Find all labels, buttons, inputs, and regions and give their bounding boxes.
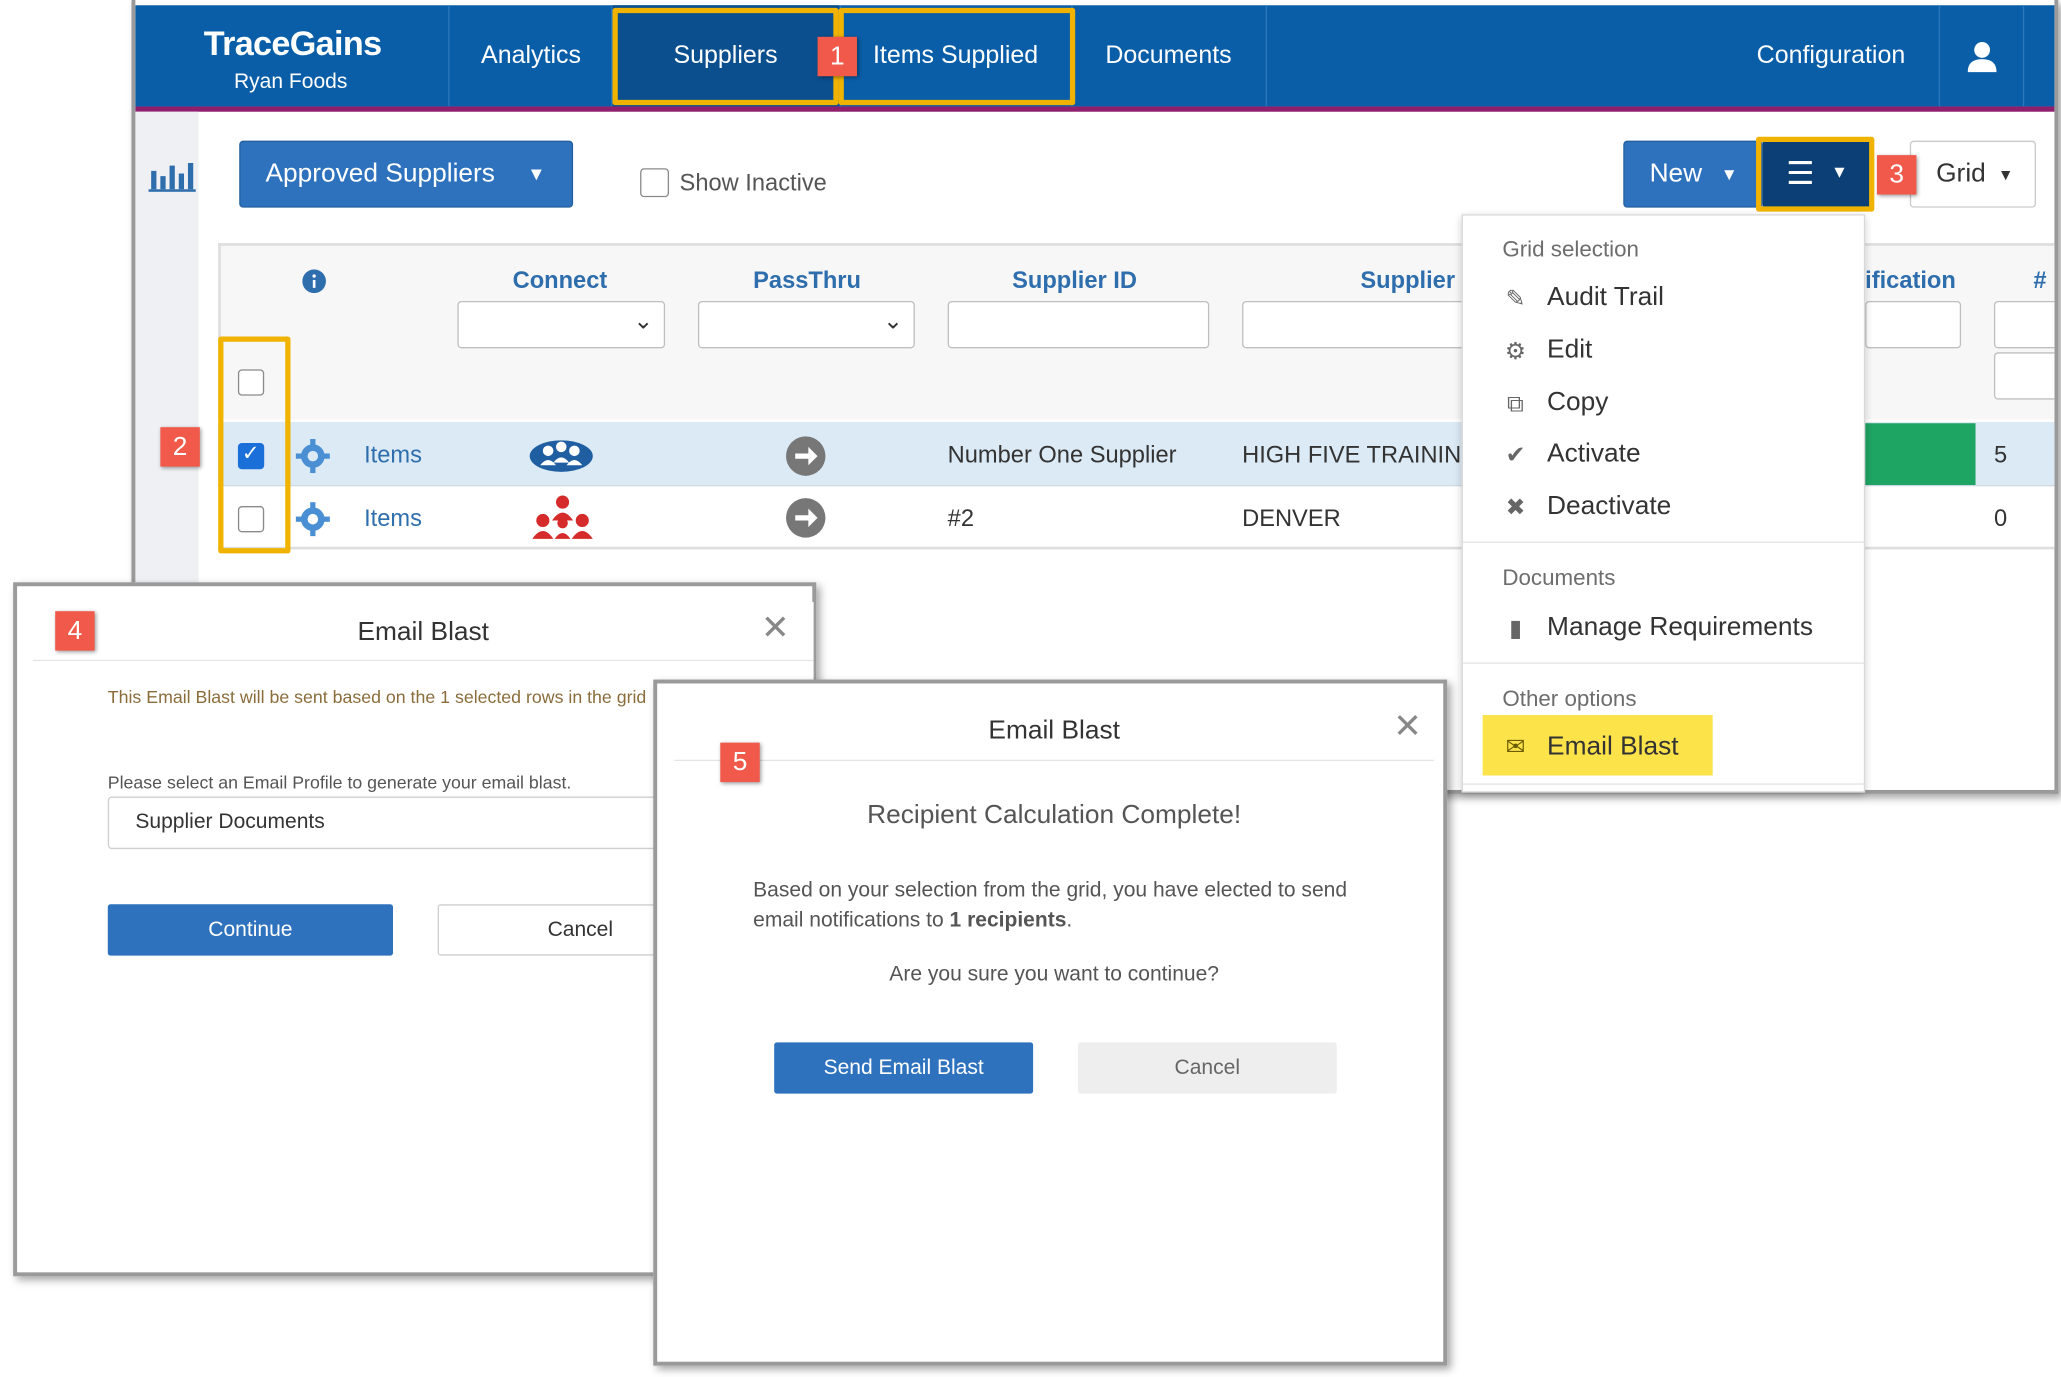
- cancel-button[interactable]: Cancel: [1077, 1042, 1337, 1094]
- email-profile-label: Please select an Email Profile to genera…: [107, 772, 572, 793]
- count-cell: 0: [1993, 504, 2008, 532]
- chevron-down-icon: ⌄: [883, 307, 903, 334]
- close-icon[interactable]: ✕: [1393, 706, 1422, 747]
- calculation-heading: Recipient Calculation Complete!: [867, 800, 1242, 830]
- arrow-right-circle-icon[interactable]: [785, 497, 827, 539]
- check-icon: ✔: [1505, 441, 1526, 468]
- view-label: Approved Suppliers: [265, 159, 495, 188]
- company-name: Ryan Foods: [233, 70, 348, 94]
- menu-item-edit[interactable]: Edit: [1547, 335, 1592, 365]
- menu-item-activate[interactable]: Activate: [1547, 439, 1641, 469]
- count-cell: 5: [1993, 441, 2008, 468]
- nav-accent-stripe: [135, 106, 2055, 112]
- highlight-suppliers: [612, 7, 839, 106]
- gear-icon[interactable]: [295, 439, 330, 474]
- count-filter[interactable]: [1993, 300, 2055, 349]
- nav-configuration[interactable]: Configuration: [1726, 5, 1936, 106]
- supplier-cell: DENVER: [1242, 504, 1341, 532]
- grid-dropdown[interactable]: Grid ▼: [1909, 140, 2037, 208]
- callout-badge-3: 3: [1876, 155, 1917, 195]
- supplier-id-filter[interactable]: [947, 300, 1210, 349]
- modal-title: Email Blast: [357, 617, 489, 647]
- approved-suppliers-dropdown[interactable]: Approved Suppliers ▼: [239, 140, 574, 208]
- callout-badge-5: 5: [720, 742, 760, 783]
- callout-badge-1: 1: [817, 36, 857, 77]
- body-line-2-prefix: email notifications to: [753, 909, 950, 932]
- confirm-question: Are you sure you want to continue?: [889, 963, 1219, 986]
- nav-analytics[interactable]: Analytics: [451, 5, 611, 106]
- column-header-supplier[interactable]: Supplier: [1360, 267, 1455, 295]
- caret-down-icon: ▼: [1720, 164, 1738, 185]
- body-line-2: email notifications to 1 recipients.: [753, 910, 1072, 934]
- menu-item-email-blast[interactable]: Email Blast: [1547, 732, 1678, 762]
- user-icon: [1966, 42, 1996, 73]
- recipients-count: 1 recipients: [949, 909, 1067, 932]
- count-filter-2[interactable]: [1993, 352, 2055, 400]
- passthru-filter-select[interactable]: ⌄: [697, 300, 915, 349]
- arrow-right-circle-icon[interactable]: [785, 435, 827, 477]
- highlight-items-supplied: [838, 7, 1076, 106]
- disconnected-group-icon: [532, 495, 593, 539]
- highlight-row-checkboxes: [218, 336, 291, 554]
- nav-documents[interactable]: Documents: [1071, 5, 1266, 106]
- supplier-id-cell: #2: [947, 504, 975, 532]
- menu-item-manage-requirements[interactable]: Manage Requirements: [1547, 613, 1813, 643]
- envelope-icon: ✉: [1505, 733, 1526, 760]
- top-navigation-bar: TraceGains Ryan Foods Analytics Supplier…: [135, 5, 2055, 107]
- column-header-count[interactable]: #: [2033, 267, 2046, 295]
- column-header-classification[interactable]: ification: [1865, 267, 1956, 295]
- callout-badge-2: 2: [160, 427, 200, 467]
- items-link[interactable]: Items: [364, 505, 422, 533]
- status-indicator: [1865, 423, 1976, 486]
- analytics-chart-icon[interactable]: [148, 158, 196, 192]
- column-header-connect[interactable]: Connect: [513, 267, 608, 295]
- chevron-down-icon: ⌄: [633, 307, 654, 334]
- continue-button[interactable]: Continue: [107, 904, 394, 956]
- caret-down-icon: ▼: [1997, 165, 2014, 185]
- menu-item-audit-trail[interactable]: Audit Trail: [1547, 283, 1664, 313]
- items-link[interactable]: Items: [364, 442, 422, 470]
- show-inactive-label: Show Inactive: [679, 169, 827, 196]
- show-inactive-checkbox[interactable]: [640, 168, 670, 198]
- brand-name[interactable]: TraceGains: [204, 24, 382, 65]
- connected-group-icon: [529, 440, 593, 472]
- menu-item-deactivate[interactable]: Deactivate: [1547, 492, 1671, 522]
- selection-info-text: This Email Blast will be sent based on t…: [107, 687, 647, 708]
- pencil-icon: ✎: [1505, 285, 1526, 312]
- column-header-supplier-id[interactable]: Supplier ID: [1012, 267, 1137, 295]
- classification-filter[interactable]: [1865, 300, 1962, 349]
- menu-item-copy[interactable]: Copy: [1547, 388, 1608, 418]
- highlight-actions-menu: [1756, 136, 1875, 212]
- send-email-blast-button[interactable]: Send Email Blast: [774, 1042, 1034, 1094]
- gear-icon[interactable]: [295, 502, 330, 537]
- caret-down-icon: ▼: [527, 162, 546, 185]
- file-icon: ▮: [1508, 615, 1523, 642]
- grid-selection-header: Grid selection: [1502, 236, 1639, 262]
- column-header-passthru[interactable]: PassThru: [753, 267, 861, 295]
- copy-icon: ⧉: [1507, 390, 1524, 417]
- new-button[interactable]: New ▼: [1623, 140, 1763, 208]
- gear-icon: ⚙: [1504, 337, 1527, 365]
- actions-dropdown-menu: Grid selection ✎ Audit Trail ⚙ Edit ⧉ Co…: [1461, 214, 1867, 793]
- supplier-cell: HIGH FIVE TRAINING: [1242, 441, 1466, 468]
- supplier-id-cell: Number One Supplier: [947, 441, 1177, 468]
- x-icon: ✖: [1505, 494, 1526, 521]
- email-blast-modal-2: Email Blast ✕ Recipient Calculation Comp…: [653, 679, 1448, 1366]
- body-line-1: Based on your selection from the grid, y…: [753, 879, 1348, 902]
- grid-label: Grid: [1936, 159, 1986, 188]
- modal-title: Email Blast: [988, 716, 1120, 746]
- menu-divider: [1462, 541, 1867, 543]
- user-menu[interactable]: [1940, 5, 2023, 106]
- close-icon[interactable]: ✕: [761, 607, 790, 648]
- info-icon[interactable]: [302, 269, 326, 294]
- menu-divider: [1462, 783, 1867, 785]
- body-line-2-suffix: .: [1066, 909, 1073, 932]
- documents-header: Documents: [1502, 565, 1616, 591]
- new-label: New: [1649, 159, 1703, 188]
- callout-badge-4: 4: [55, 611, 95, 651]
- connect-filter-select[interactable]: ⌄: [457, 300, 666, 349]
- other-options-header: Other options: [1502, 686, 1637, 712]
- menu-divider: [1462, 662, 1867, 664]
